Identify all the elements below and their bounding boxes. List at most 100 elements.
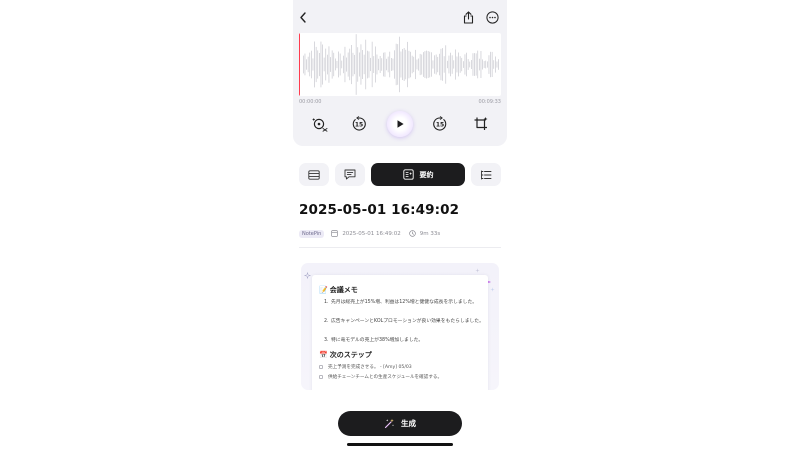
generate-button[interactable]: 生成: [338, 411, 462, 436]
waveform-bar: [496, 61, 498, 68]
waveform-bar: [339, 53, 341, 76]
waveform-bar: [435, 54, 437, 75]
list-item-number: 3.: [324, 338, 329, 343]
waveform-bar: [357, 47, 359, 82]
chevron-left-icon: [300, 11, 306, 23]
waveform-bar: [443, 56, 445, 73]
trim-button[interactable]: [470, 113, 492, 135]
summary-preview-card[interactable]: 📝 会議メモ 1. 先月は総売上が15%増、利益は12%増と健健な成長を示しました…: [301, 263, 499, 390]
play-button[interactable]: [387, 111, 413, 137]
forward-15-icon: 15: [433, 116, 447, 131]
waveform-bar: [338, 51, 339, 78]
waveform-bar: [391, 58, 392, 71]
waveform-bar: [411, 55, 413, 74]
waveform-bar: [352, 52, 354, 77]
waveform-bar: [450, 52, 451, 77]
waveform-bar: [439, 53, 440, 76]
tab-transcript[interactable]: [299, 163, 329, 186]
waveform-bar: [453, 60, 455, 69]
waveform-bar: [325, 48, 327, 81]
waveform-bar: [362, 50, 363, 79]
calendar-icon: [331, 230, 339, 237]
rewind-seconds-label: 15: [355, 122, 363, 129]
waveform-bar: [488, 55, 490, 74]
waveform-bar: [483, 61, 485, 68]
waveform-bar: [445, 45, 447, 84]
waveform-bar: [405, 49, 407, 80]
waveform-bar: [375, 46, 376, 83]
waveform-bar: [442, 48, 443, 81]
waveform-bar: [427, 51, 429, 78]
waveform-bar: [312, 58, 314, 71]
waveform-bar: [471, 60, 472, 69]
waveform-bar: [315, 46, 317, 83]
magic-wand-icon: [384, 418, 394, 429]
recording-date: 2025-05-01 16:49:02: [331, 230, 401, 237]
calendar-emoji: 📅: [319, 351, 328, 359]
waveform-bar: [399, 36, 400, 93]
waveform-bar: [323, 57, 325, 72]
generate-button-label: 生成: [401, 419, 416, 428]
waveform-bar: [416, 59, 418, 70]
list-item-text: 先月は総売上が15%増、利益は12%増と健健な成長を示しました。: [331, 300, 478, 305]
tab-chat[interactable]: [335, 163, 365, 186]
waveform-bar: [371, 41, 373, 88]
forward-15-button[interactable]: 15: [429, 113, 451, 135]
total-time: 00:09:33: [478, 99, 501, 105]
waveform-bar: [434, 55, 435, 74]
crop-trim-icon: [474, 117, 488, 130]
waveform-bar: [307, 56, 309, 73]
sparkle-tiny-icon: [490, 287, 495, 292]
recording-duration-text: 9m 33s: [419, 230, 441, 237]
waveform-bar: [419, 53, 421, 76]
waveform-bar: [383, 52, 384, 77]
tab-summary-label: 要約: [419, 170, 434, 179]
checklist-item-text: 供給チェーンチームとの生産スケジュールを確認する。: [328, 375, 443, 380]
source-badge: NotePin: [299, 229, 325, 238]
view-tabs: 要約: [293, 163, 507, 186]
waveform-bar: [482, 59, 483, 70]
waveform-bar: [309, 52, 311, 77]
forward-seconds-label: 15: [436, 122, 444, 129]
play-icon: [397, 120, 404, 128]
waveform-bar: [403, 48, 405, 81]
tab-summary[interactable]: 要約: [371, 163, 465, 186]
rewind-15-icon: 15: [352, 116, 366, 131]
sparkle-icon: [304, 272, 311, 279]
section-meeting-notes-heading: 📝 会議メモ: [319, 285, 358, 295]
checklist-item: 供給チェーンチームとの生産スケジュールを確認する。: [319, 374, 442, 380]
share-button[interactable]: [461, 10, 475, 24]
recording-meta: NotePin 2025-05-01 16:49:02 9m 33s: [299, 228, 499, 239]
waveform-bar: [317, 50, 319, 79]
waveform-bar: [400, 51, 402, 78]
waveform-bar: [320, 41, 322, 88]
waveform-bar: [314, 41, 315, 88]
waveform-bar: [410, 51, 411, 78]
more-horizontal-icon: [485, 10, 499, 24]
waveform-bar: [459, 56, 461, 73]
waveform-bar: [360, 44, 362, 85]
waveform-bar: [304, 53, 306, 76]
waveform-bar: [392, 58, 394, 71]
waveform-bar: [386, 58, 387, 71]
back-button[interactable]: [296, 10, 310, 24]
playback-speed-button[interactable]: [309, 113, 331, 135]
waveform-bar: [333, 52, 335, 77]
waveform-bar: [394, 50, 395, 79]
waveform[interactable]: [299, 33, 501, 96]
waveform-bar: [351, 45, 352, 85]
waveform-bar: [397, 44, 399, 85]
home-indicator: [347, 443, 453, 446]
waveform-bar: [415, 49, 416, 80]
waveform-bar: [431, 52, 432, 77]
tab-outline[interactable]: [471, 163, 501, 186]
waveform-bar: [479, 58, 480, 71]
list-item-number: 2.: [324, 319, 329, 324]
waveform-bar: [448, 55, 450, 74]
rewind-15-button[interactable]: 15: [348, 113, 370, 135]
more-button[interactable]: [485, 10, 499, 24]
playhead[interactable]: [299, 33, 301, 96]
waveform-bar: [466, 52, 467, 77]
waveform-bar: [408, 50, 410, 79]
waveform-bar: [493, 60, 495, 69]
